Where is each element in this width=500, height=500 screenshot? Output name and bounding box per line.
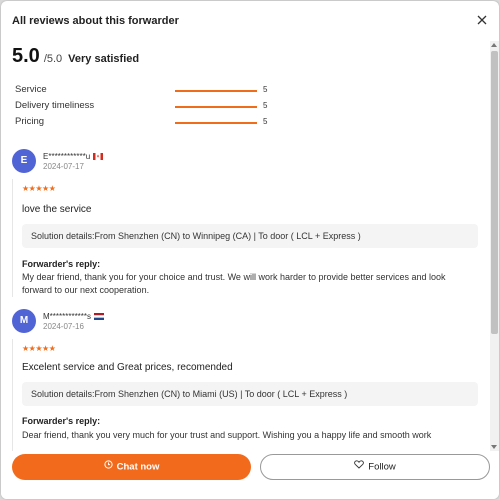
scroll-up-arrow-icon[interactable] (491, 43, 497, 47)
rating-bar (175, 122, 257, 124)
rating-pricing: Pricing 5 (15, 116, 275, 130)
reply-text: Dear friend, thank you very much for you… (22, 430, 432, 440)
rating-service: Service 5 (15, 84, 275, 98)
rating-label: Service (15, 84, 47, 95)
reviewer-name: E************u (43, 152, 104, 161)
close-icon[interactable] (474, 12, 490, 28)
reviewer-name-text: M************s (43, 312, 92, 321)
rating-label: Delivery timeliness (15, 100, 95, 111)
review-date: 2024-07-16 (43, 322, 84, 331)
rating-bar (175, 106, 257, 108)
reply-text: My dear friend, thank you for your choic… (22, 272, 446, 295)
score-value: 5.0 (12, 45, 40, 67)
rating-bar-fill (175, 106, 257, 108)
rating-value: 5 (263, 101, 268, 110)
review-text: Excelent service and Great prices, recom… (22, 362, 233, 373)
modal-footer: Chat now Follow (1, 451, 499, 499)
heart-icon (354, 455, 365, 479)
rating-bar-fill (175, 122, 257, 124)
reviews-scroll-area[interactable]: 5.0/5.0 Very satisfied Service 5 Delivery… (1, 41, 489, 451)
modal-title: All reviews about this forwarder (12, 15, 179, 27)
modal-header: All reviews about this forwarder (1, 1, 499, 41)
reviewer-name-text: E************u (43, 152, 91, 161)
avatar: M (12, 309, 36, 333)
star-rating: ★★★★★ (22, 344, 56, 353)
rating-bar-fill (175, 90, 257, 92)
canada-flag-icon (93, 153, 104, 161)
score-max: /5.0 (43, 53, 63, 65)
follow-button[interactable]: Follow (260, 454, 490, 480)
reviewer-name: M************s (43, 312, 105, 321)
review-divider (12, 339, 13, 451)
scrollbar[interactable] (490, 41, 499, 451)
score-label: Very satisfied (68, 53, 140, 65)
clock-icon (104, 454, 113, 480)
avatar: E (12, 149, 36, 173)
reply-title: Forwarder's reply: (22, 259, 101, 269)
rating-delivery-timeliness: Delivery timeliness 5 (15, 100, 275, 114)
overall-score: 5.0/5.0 Very satisfied (12, 45, 139, 68)
scroll-down-arrow-icon[interactable] (491, 445, 497, 449)
netherlands-flag-icon (94, 313, 105, 321)
review-text: love the service (22, 204, 92, 215)
follow-label: Follow (368, 461, 396, 473)
chat-now-label: Chat now (116, 461, 160, 473)
rating-value: 5 (263, 117, 268, 126)
rating-value: 5 (263, 85, 268, 94)
rating-bar (175, 90, 257, 92)
chat-now-button[interactable]: Chat now (12, 454, 251, 480)
review-date: 2024-07-17 (43, 162, 84, 171)
reply-title: Forwarder's reply: (22, 416, 101, 426)
solution-details: Solution details:From Shenzhen (CN) to W… (22, 224, 478, 248)
star-rating: ★★★★★ (22, 184, 56, 193)
review-divider (12, 179, 13, 297)
solution-details: Solution details:From Shenzhen (CN) to M… (22, 382, 478, 406)
scrollbar-thumb[interactable] (491, 51, 498, 334)
rating-label: Pricing (15, 116, 45, 127)
reviews-modal: All reviews about this forwarder 5.0/5.0… (1, 1, 499, 499)
